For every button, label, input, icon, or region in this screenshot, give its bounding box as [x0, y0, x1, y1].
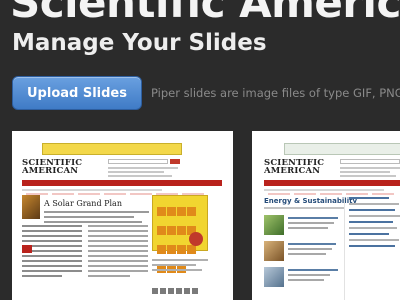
banner-ad — [42, 143, 182, 155]
slide-screenshot: SCIENTIFIC AMERICAN Energy & Sustainabil… — [264, 143, 400, 300]
slide-manager-page: Scientific American Manage Your Slides U… — [0, 0, 400, 300]
mini-navbar — [264, 180, 400, 195]
sa-badge-icon — [22, 245, 32, 253]
mini-search-box — [108, 159, 168, 164]
mini-search-box — [340, 159, 400, 164]
upload-hint-text: Piper slides are image files of type GIF… — [151, 86, 400, 100]
sidebar-lines — [152, 259, 208, 274]
slide-screenshot: SCIENTIFIC AMERICAN A Solar Grand Plan — [22, 143, 222, 300]
article-summary-lines — [44, 211, 149, 226]
mini-search-button — [170, 159, 180, 164]
mini-navbar — [22, 180, 222, 195]
slide-thumbnail[interactable]: SCIENTIFIC AMERICAN A Solar Grand Plan — [12, 131, 233, 300]
sidebar-lines — [344, 197, 400, 300]
slide-logo: SCIENTIFIC AMERICAN — [264, 158, 325, 176]
upload-slides-button[interactable]: Upload Slides — [12, 76, 142, 110]
mini-breadcrumb — [22, 189, 162, 191]
mini-header-lines — [340, 167, 400, 179]
page-title: Manage Your Slides — [12, 30, 267, 56]
promo-graphic — [152, 195, 208, 273]
promo-badge-icon — [189, 232, 203, 246]
mini-breadcrumb — [264, 189, 384, 191]
slide-thumbnail[interactable]: SCIENTIFIC AMERICAN Energy & Sustainabil… — [252, 131, 400, 300]
slide-headline: A Solar Grand Plan — [44, 199, 122, 208]
site-brand: Scientific American — [10, 0, 400, 27]
banner-ad — [284, 143, 400, 155]
article-image — [22, 195, 40, 219]
slide-logo: SCIENTIFIC AMERICAN — [22, 158, 83, 176]
mini-header-lines — [108, 167, 188, 179]
social-icons — [152, 279, 200, 298]
article-body-lines-2 — [88, 225, 148, 280]
section-subtitle-line — [264, 207, 344, 209]
